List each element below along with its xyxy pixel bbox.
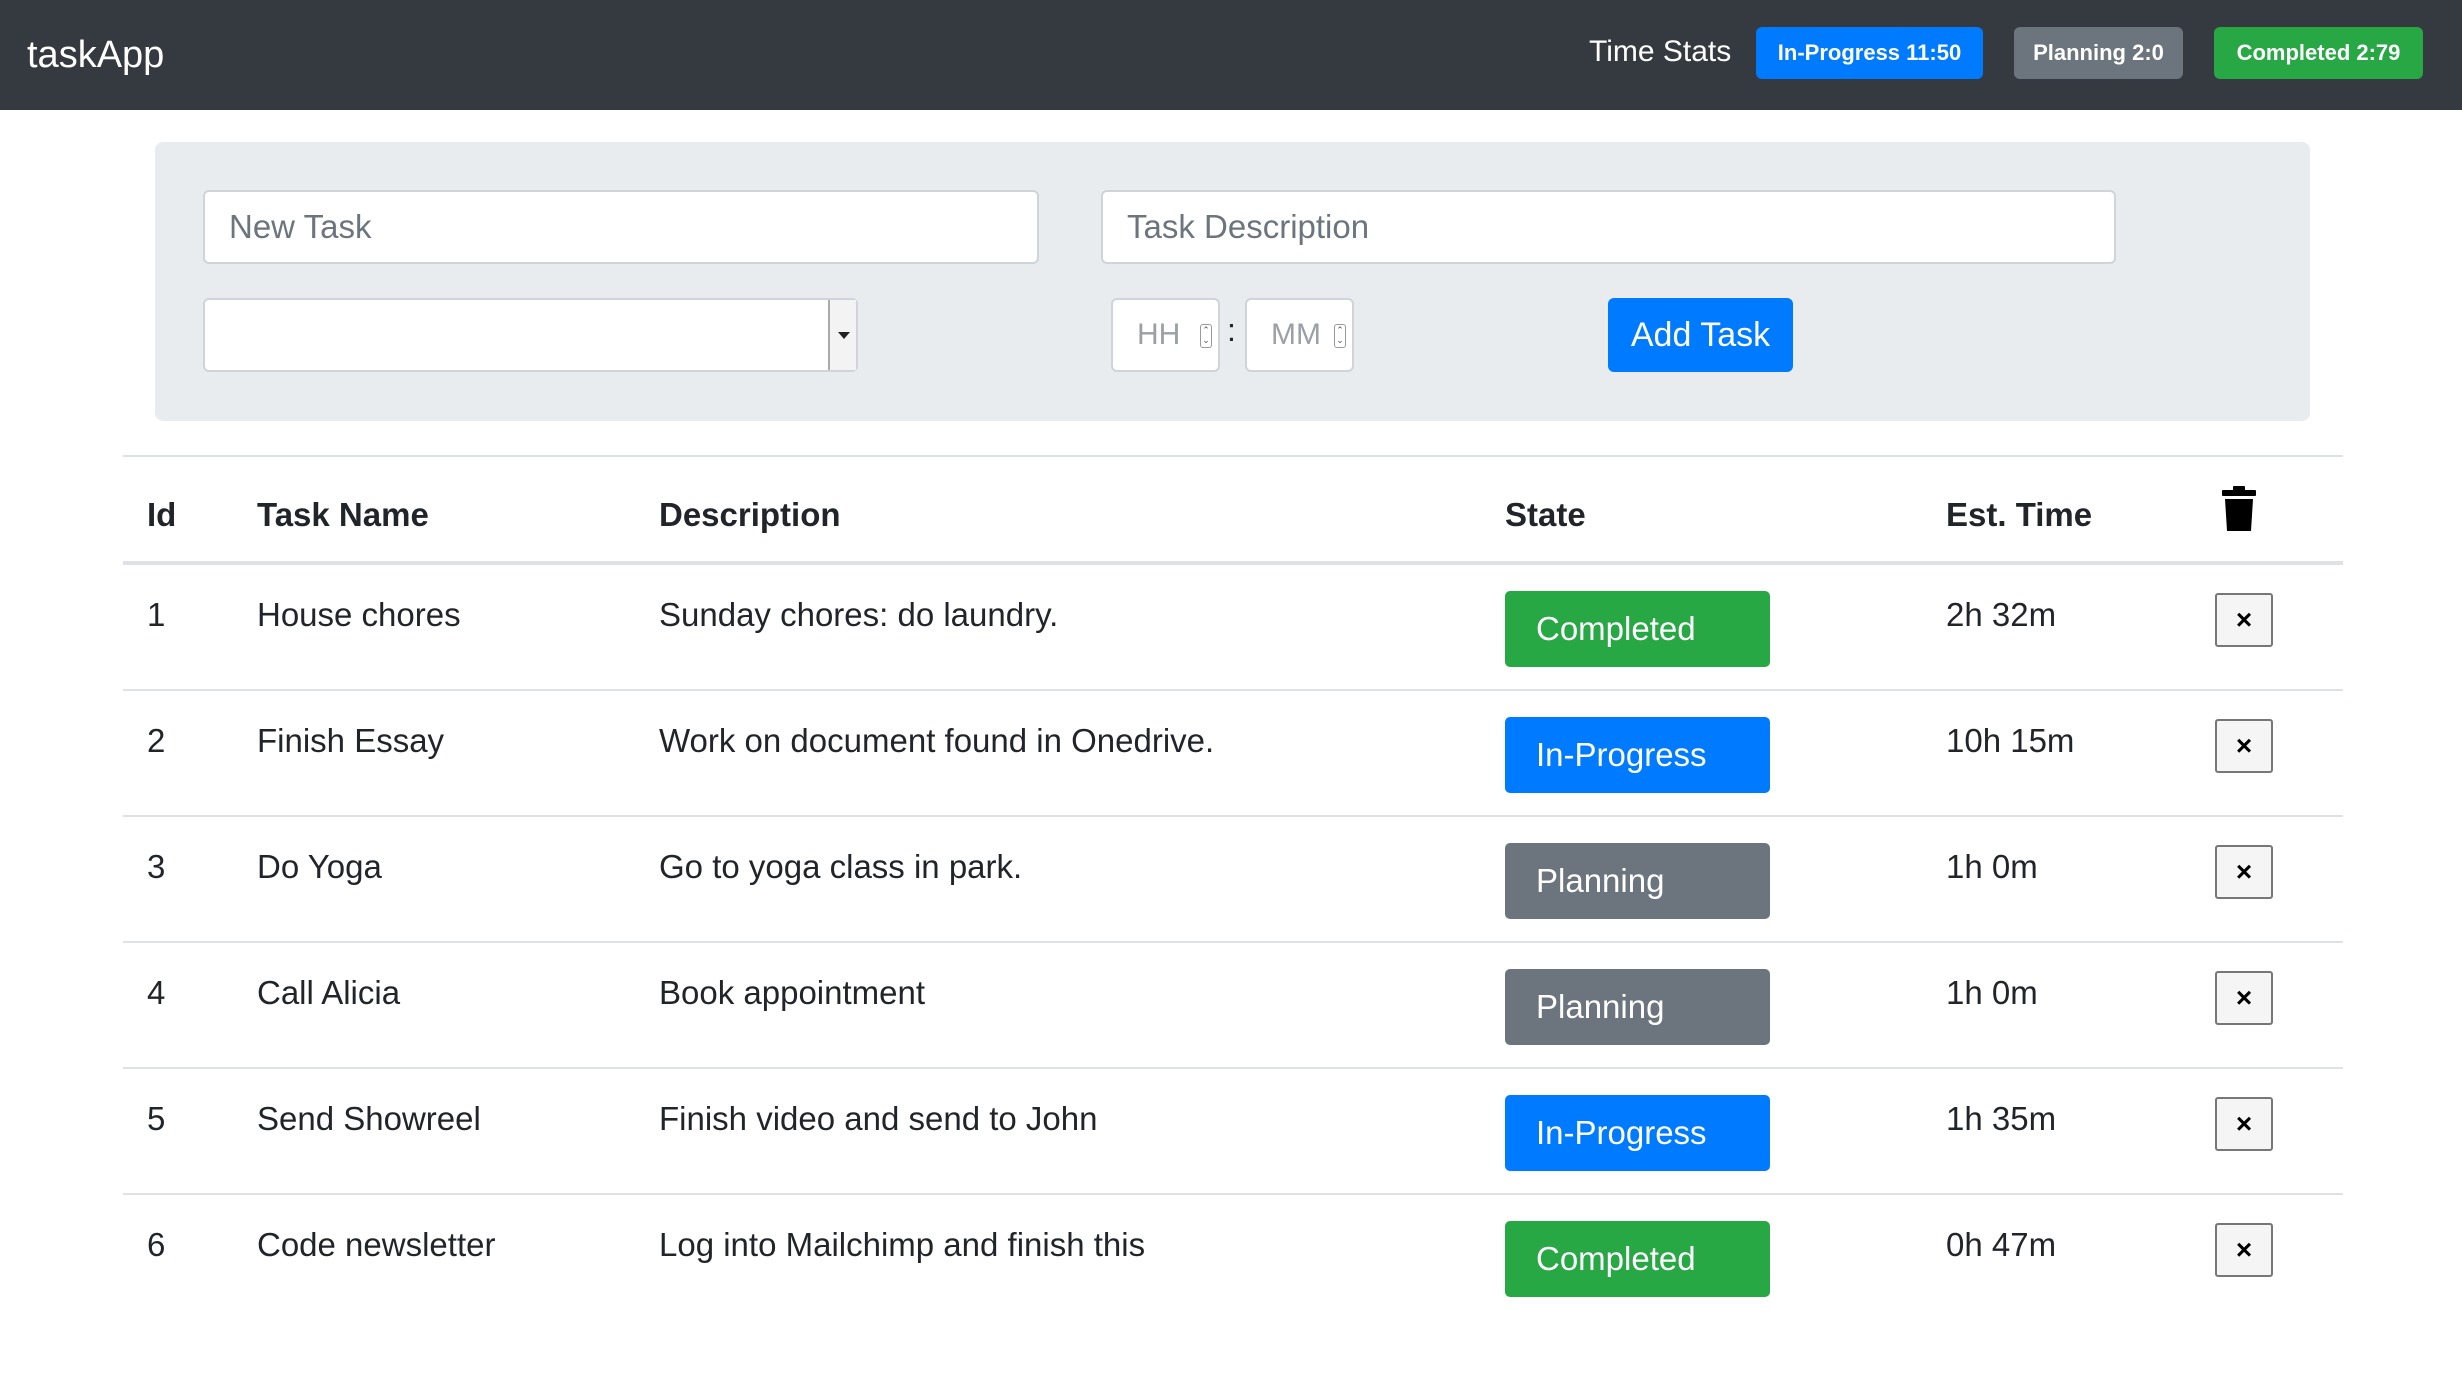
delete-task-button[interactable]: × (2215, 971, 2273, 1025)
task-description: Log into Mailchimp and finish this (659, 1226, 1146, 1263)
task-name: Do Yoga (257, 848, 382, 885)
state-select[interactable] (203, 298, 858, 372)
table-row: 3 Do Yoga Go to yoga class in park. Plan… (123, 817, 2343, 943)
header-task-name: Task Name (257, 496, 429, 533)
table-header: Id Task Name Description State Est. Time (123, 455, 2343, 565)
task-name: Code newsletter (257, 1226, 496, 1263)
trash-icon[interactable] (2220, 485, 2258, 533)
hours-placeholder: HH (1137, 318, 1181, 351)
delete-task-button[interactable]: × (2215, 593, 2273, 647)
state-button[interactable]: Planning (1505, 843, 1770, 919)
table-row: 1 House chores Sunday chores: do laundry… (123, 565, 2343, 691)
state-button[interactable]: In-Progress (1505, 1095, 1770, 1171)
completed-stat-badge: Completed 2:79 (2214, 27, 2423, 79)
table-body: 1 House chores Sunday chores: do laundry… (123, 565, 2343, 1321)
task-name: Finish Essay (257, 722, 445, 759)
header-id: Id (147, 496, 177, 533)
task-est-time: 1h 0m (1946, 848, 2038, 885)
task-est-time: 2h 32m (1946, 596, 2057, 633)
new-task-form: HH ⌃⌄ : MM ⌃⌄ Add Task (155, 142, 2310, 421)
task-description: Book appointment (659, 974, 926, 1011)
delete-task-button[interactable]: × (2215, 1223, 2273, 1277)
task-id: 6 (147, 1226, 166, 1263)
table-row: 2 Finish Essay Work on document found in… (123, 691, 2343, 817)
state-button[interactable]: Completed (1505, 591, 1770, 667)
select-arrow-icon[interactable] (828, 300, 856, 370)
task-est-time: 0h 47m (1946, 1226, 2057, 1263)
task-est-time: 1h 0m (1946, 974, 2038, 1011)
header-est-time: Est. Time (1946, 496, 2093, 533)
task-description: Sunday chores: do laundry. (659, 596, 1059, 633)
task-id: 3 (147, 848, 166, 885)
state-button[interactable]: Planning (1505, 969, 1770, 1045)
task-id: 4 (147, 974, 166, 1011)
task-description: Go to yoga class in park. (659, 848, 1023, 885)
hours-spinner-icon[interactable]: ⌃ ⌄ (1200, 324, 1212, 348)
navbar: taskApp Time Stats In-Progress 11:50 Pla… (0, 0, 2462, 110)
in-progress-stat-badge: In-Progress 11:50 (1756, 27, 1983, 79)
delete-task-button[interactable]: × (2215, 845, 2273, 899)
planning-stat-badge: Planning 2:0 (2014, 27, 2183, 79)
hours-input[interactable]: HH ⌃ ⌄ (1111, 298, 1220, 372)
delete-task-button[interactable]: × (2215, 719, 2273, 773)
minutes-placeholder: MM (1271, 318, 1321, 351)
task-est-time: 10h 15m (1946, 722, 2075, 759)
table-row: 5 Send Showreel Finish video and send to… (123, 1069, 2343, 1195)
new-task-input[interactable] (203, 190, 1039, 264)
task-name: House chores (257, 596, 461, 633)
header-state: State (1505, 496, 1586, 533)
table-row: 4 Call Alicia Book appointment Planning … (123, 943, 2343, 1069)
time-stats-label: Time Stats (1589, 35, 1732, 68)
delete-task-button[interactable]: × (2215, 1097, 2273, 1151)
app-brand[interactable]: taskApp (27, 30, 164, 80)
minutes-input[interactable]: MM ⌃ ⌄ (1245, 298, 1354, 372)
task-name: Call Alicia (257, 974, 401, 1011)
minutes-spinner-icon[interactable]: ⌃ ⌄ (1334, 324, 1346, 348)
task-id: 1 (147, 596, 166, 633)
task-id: 5 (147, 1100, 166, 1137)
time-separator: : (1227, 312, 1236, 348)
task-est-time: 1h 35m (1946, 1100, 2057, 1137)
state-button[interactable]: Completed (1505, 1221, 1770, 1297)
task-table: Id Task Name Description State Est. Time… (123, 455, 2343, 1321)
header-description: Description (659, 496, 841, 533)
task-description: Finish video and send to John (659, 1100, 1098, 1137)
add-task-button[interactable]: Add Task (1608, 298, 1793, 372)
table-row: 6 Code newsletter Log into Mailchimp and… (123, 1195, 2343, 1321)
task-description: Work on document found in Onedrive. (659, 722, 1215, 759)
task-name: Send Showreel (257, 1100, 481, 1137)
task-description-input[interactable] (1101, 190, 2116, 264)
state-button[interactable]: In-Progress (1505, 717, 1770, 793)
task-id: 2 (147, 722, 166, 759)
